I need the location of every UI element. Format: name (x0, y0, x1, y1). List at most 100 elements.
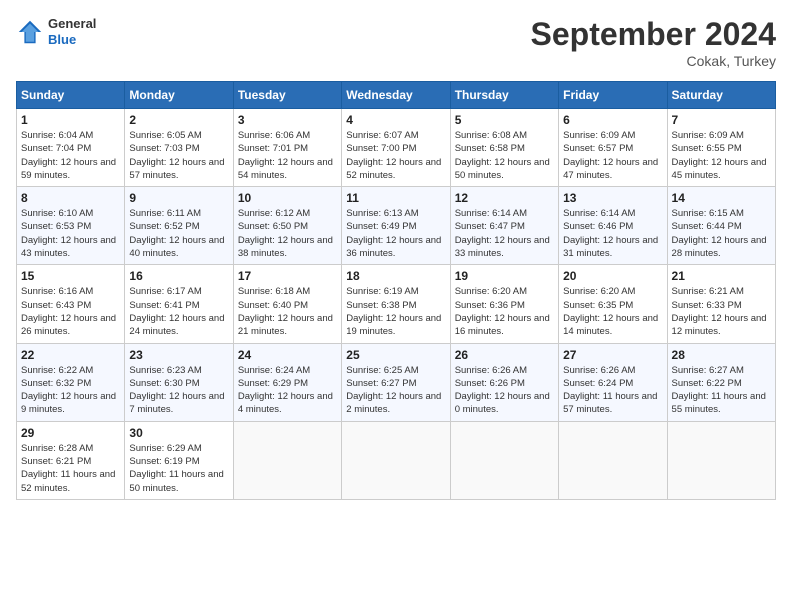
month-title: September 2024 (531, 16, 776, 53)
table-row: 4 Sunrise: 6:07 AMSunset: 7:00 PMDayligh… (342, 109, 450, 187)
day-number: 19 (455, 269, 554, 283)
day-info: Sunrise: 6:16 AMSunset: 6:43 PMDaylight:… (21, 285, 120, 338)
day-info: Sunrise: 6:25 AMSunset: 6:27 PMDaylight:… (346, 364, 445, 417)
day-info: Sunrise: 6:24 AMSunset: 6:29 PMDaylight:… (238, 364, 337, 417)
day-number: 30 (129, 426, 228, 440)
day-number: 27 (563, 348, 662, 362)
day-number: 28 (672, 348, 771, 362)
day-info: Sunrise: 6:11 AMSunset: 6:52 PMDaylight:… (129, 207, 228, 260)
location: Cokak, Turkey (531, 53, 776, 69)
table-row (233, 421, 341, 499)
day-number: 13 (563, 191, 662, 205)
day-number: 7 (672, 113, 771, 127)
day-number: 6 (563, 113, 662, 127)
table-row: 14 Sunrise: 6:15 AMSunset: 6:44 PMDaylig… (667, 187, 775, 265)
day-number: 22 (21, 348, 120, 362)
table-row: 8 Sunrise: 6:10 AMSunset: 6:53 PMDayligh… (17, 187, 125, 265)
table-row: 27 Sunrise: 6:26 AMSunset: 6:24 PMDaylig… (559, 343, 667, 421)
title-block: September 2024 Cokak, Turkey (531, 16, 776, 69)
table-row (667, 421, 775, 499)
table-row: 9 Sunrise: 6:11 AMSunset: 6:52 PMDayligh… (125, 187, 233, 265)
day-info: Sunrise: 6:18 AMSunset: 6:40 PMDaylight:… (238, 285, 337, 338)
day-info: Sunrise: 6:29 AMSunset: 6:19 PMDaylight:… (129, 442, 228, 495)
logo-blue: Blue (48, 32, 96, 48)
day-number: 29 (21, 426, 120, 440)
table-row: 30 Sunrise: 6:29 AMSunset: 6:19 PMDaylig… (125, 421, 233, 499)
day-info: Sunrise: 6:14 AMSunset: 6:47 PMDaylight:… (455, 207, 554, 260)
table-row: 18 Sunrise: 6:19 AMSunset: 6:38 PMDaylig… (342, 265, 450, 343)
day-info: Sunrise: 6:17 AMSunset: 6:41 PMDaylight:… (129, 285, 228, 338)
col-tuesday: Tuesday (233, 82, 341, 109)
day-info: Sunrise: 6:04 AMSunset: 7:04 PMDaylight:… (21, 129, 120, 182)
day-info: Sunrise: 6:20 AMSunset: 6:36 PMDaylight:… (455, 285, 554, 338)
table-row: 20 Sunrise: 6:20 AMSunset: 6:35 PMDaylig… (559, 265, 667, 343)
day-info: Sunrise: 6:08 AMSunset: 6:58 PMDaylight:… (455, 129, 554, 182)
calendar-week-row: 29 Sunrise: 6:28 AMSunset: 6:21 PMDaylig… (17, 421, 776, 499)
calendar-week-row: 22 Sunrise: 6:22 AMSunset: 6:32 PMDaylig… (17, 343, 776, 421)
calendar-header-row: Sunday Monday Tuesday Wednesday Thursday… (17, 82, 776, 109)
page-header: General Blue September 2024 Cokak, Turke… (16, 16, 776, 69)
calendar-week-row: 1 Sunrise: 6:04 AMSunset: 7:04 PMDayligh… (17, 109, 776, 187)
day-info: Sunrise: 6:20 AMSunset: 6:35 PMDaylight:… (563, 285, 662, 338)
day-info: Sunrise: 6:26 AMSunset: 6:26 PMDaylight:… (455, 364, 554, 417)
day-info: Sunrise: 6:13 AMSunset: 6:49 PMDaylight:… (346, 207, 445, 260)
day-number: 24 (238, 348, 337, 362)
day-info: Sunrise: 6:06 AMSunset: 7:01 PMDaylight:… (238, 129, 337, 182)
table-row: 21 Sunrise: 6:21 AMSunset: 6:33 PMDaylig… (667, 265, 775, 343)
table-row: 23 Sunrise: 6:23 AMSunset: 6:30 PMDaylig… (125, 343, 233, 421)
day-number: 2 (129, 113, 228, 127)
day-info: Sunrise: 6:19 AMSunset: 6:38 PMDaylight:… (346, 285, 445, 338)
day-number: 16 (129, 269, 228, 283)
day-number: 23 (129, 348, 228, 362)
table-row: 6 Sunrise: 6:09 AMSunset: 6:57 PMDayligh… (559, 109, 667, 187)
calendar-week-row: 8 Sunrise: 6:10 AMSunset: 6:53 PMDayligh… (17, 187, 776, 265)
day-number: 4 (346, 113, 445, 127)
day-info: Sunrise: 6:09 AMSunset: 6:57 PMDaylight:… (563, 129, 662, 182)
day-number: 3 (238, 113, 337, 127)
table-row: 22 Sunrise: 6:22 AMSunset: 6:32 PMDaylig… (17, 343, 125, 421)
day-number: 5 (455, 113, 554, 127)
logo-text: General Blue (48, 16, 96, 47)
logo-icon (16, 18, 44, 46)
day-info: Sunrise: 6:12 AMSunset: 6:50 PMDaylight:… (238, 207, 337, 260)
day-number: 25 (346, 348, 445, 362)
table-row: 7 Sunrise: 6:09 AMSunset: 6:55 PMDayligh… (667, 109, 775, 187)
day-info: Sunrise: 6:28 AMSunset: 6:21 PMDaylight:… (21, 442, 120, 495)
day-info: Sunrise: 6:10 AMSunset: 6:53 PMDaylight:… (21, 207, 120, 260)
table-row (450, 421, 558, 499)
table-row (559, 421, 667, 499)
day-number: 8 (21, 191, 120, 205)
table-row: 3 Sunrise: 6:06 AMSunset: 7:01 PMDayligh… (233, 109, 341, 187)
table-row: 1 Sunrise: 6:04 AMSunset: 7:04 PMDayligh… (17, 109, 125, 187)
table-row: 11 Sunrise: 6:13 AMSunset: 6:49 PMDaylig… (342, 187, 450, 265)
day-number: 15 (21, 269, 120, 283)
table-row: 10 Sunrise: 6:12 AMSunset: 6:50 PMDaylig… (233, 187, 341, 265)
day-number: 20 (563, 269, 662, 283)
day-number: 17 (238, 269, 337, 283)
col-thursday: Thursday (450, 82, 558, 109)
day-number: 11 (346, 191, 445, 205)
table-row: 28 Sunrise: 6:27 AMSunset: 6:22 PMDaylig… (667, 343, 775, 421)
table-row: 12 Sunrise: 6:14 AMSunset: 6:47 PMDaylig… (450, 187, 558, 265)
table-row: 19 Sunrise: 6:20 AMSunset: 6:36 PMDaylig… (450, 265, 558, 343)
logo-general: General (48, 16, 96, 32)
table-row: 29 Sunrise: 6:28 AMSunset: 6:21 PMDaylig… (17, 421, 125, 499)
day-info: Sunrise: 6:26 AMSunset: 6:24 PMDaylight:… (563, 364, 662, 417)
day-info: Sunrise: 6:05 AMSunset: 7:03 PMDaylight:… (129, 129, 228, 182)
calendar-week-row: 15 Sunrise: 6:16 AMSunset: 6:43 PMDaylig… (17, 265, 776, 343)
table-row: 17 Sunrise: 6:18 AMSunset: 6:40 PMDaylig… (233, 265, 341, 343)
day-info: Sunrise: 6:14 AMSunset: 6:46 PMDaylight:… (563, 207, 662, 260)
col-wednesday: Wednesday (342, 82, 450, 109)
day-number: 14 (672, 191, 771, 205)
table-row: 24 Sunrise: 6:24 AMSunset: 6:29 PMDaylig… (233, 343, 341, 421)
day-info: Sunrise: 6:23 AMSunset: 6:30 PMDaylight:… (129, 364, 228, 417)
day-number: 26 (455, 348, 554, 362)
table-row: 2 Sunrise: 6:05 AMSunset: 7:03 PMDayligh… (125, 109, 233, 187)
day-info: Sunrise: 6:07 AMSunset: 7:00 PMDaylight:… (346, 129, 445, 182)
day-number: 21 (672, 269, 771, 283)
day-number: 10 (238, 191, 337, 205)
day-info: Sunrise: 6:09 AMSunset: 6:55 PMDaylight:… (672, 129, 771, 182)
col-sunday: Sunday (17, 82, 125, 109)
col-saturday: Saturday (667, 82, 775, 109)
day-info: Sunrise: 6:21 AMSunset: 6:33 PMDaylight:… (672, 285, 771, 338)
